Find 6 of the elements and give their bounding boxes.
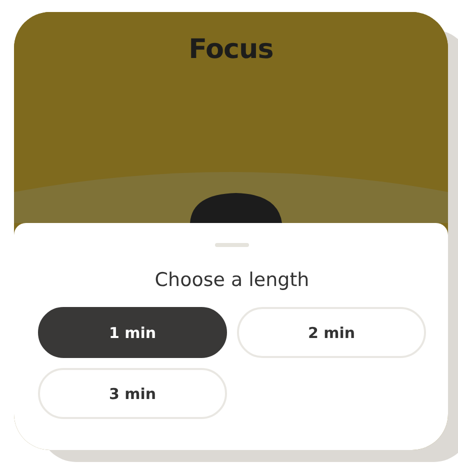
length-option[interactable]: 3 min bbox=[38, 368, 227, 419]
sheet-title: Choose a length bbox=[154, 269, 310, 291]
screen-title: Focus bbox=[188, 34, 274, 65]
length-option[interactable]: 2 min bbox=[237, 307, 426, 358]
length-option[interactable]: 1 min bbox=[38, 307, 227, 358]
drag-handle[interactable] bbox=[215, 243, 249, 247]
